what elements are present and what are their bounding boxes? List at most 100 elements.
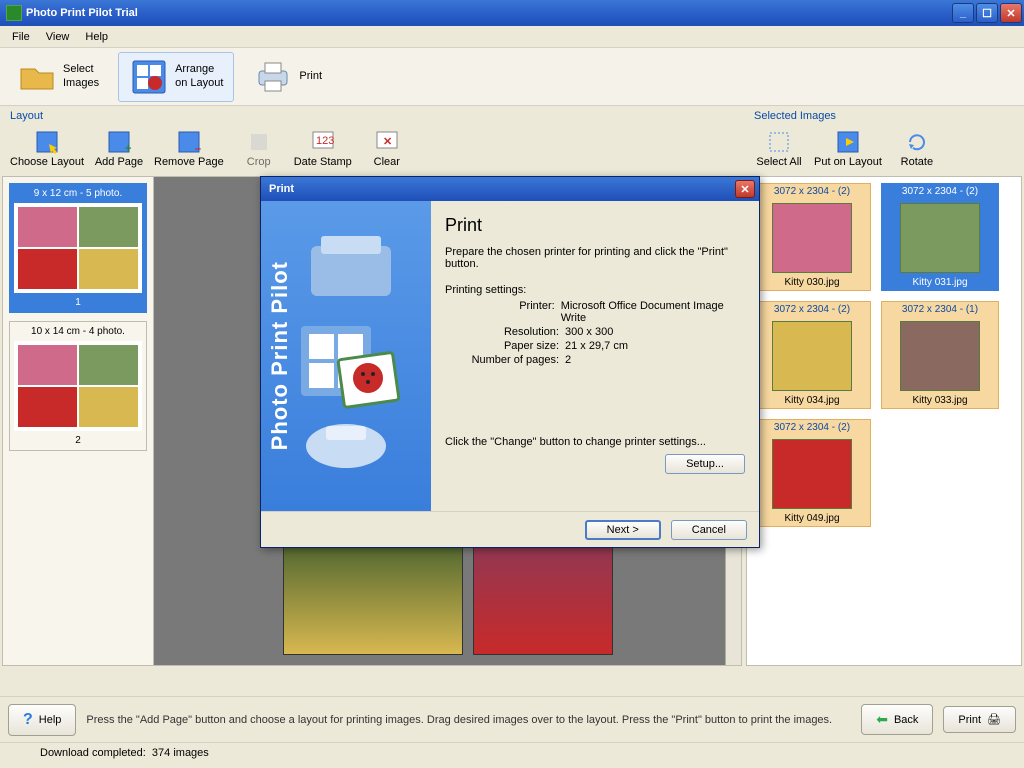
put-on-layout-button[interactable]: Put on Layout — [814, 130, 882, 168]
printer-icon: 🖨 — [987, 713, 1001, 726]
pages-key: Number of pages: — [445, 354, 565, 366]
thumb-dimensions: 3072 x 2304 - (1) — [882, 302, 998, 317]
remove-page-button[interactable]: –Remove Page — [154, 130, 224, 168]
main-toolbar: Select Images Arrange on Layout Print — [0, 48, 1024, 106]
image-thumb[interactable]: 3072 x 2304 - (2) Kitty 034.jpg — [753, 301, 871, 409]
print-label: Print — [299, 70, 322, 83]
layout-thumb-header: 10 x 14 cm - 4 photo. — [14, 326, 142, 337]
hint-bar: ?Help Press the "Add Page" button and ch… — [0, 696, 1024, 742]
dialog-close-button[interactable]: ✕ — [735, 180, 755, 198]
thumb-filename: Kitty 034.jpg — [754, 395, 870, 406]
thumb-filename: Kitty 031.jpg — [882, 277, 998, 288]
clear-icon: ✕ — [375, 130, 399, 154]
thumb-dimensions: 3072 x 2304 - (2) — [754, 302, 870, 317]
image-thumb[interactable]: 3072 x 2304 - (2) Kitty 031.jpg — [881, 183, 999, 291]
arrange-layout-label: Arrange on Layout — [175, 63, 223, 89]
app-icon — [6, 5, 22, 21]
resolution-value: 300 x 300 — [565, 326, 613, 338]
crop-button[interactable]: Crop — [234, 130, 284, 168]
thumb-dimensions: 3072 x 2304 - (2) — [754, 420, 870, 435]
dialog-title: Print — [269, 183, 294, 195]
selected-images-list[interactable]: 3072 x 2304 - (2) Kitty 030.jpg3072 x 23… — [746, 176, 1022, 666]
layout-page-thumb[interactable]: 10 x 14 cm - 4 photo. 2 — [9, 321, 147, 451]
date-stamp-icon: 123 — [311, 130, 335, 154]
cancel-button[interactable]: Cancel — [671, 520, 747, 540]
print-dialog: Print ✕ Photo Print Pilot Print Prepare … — [260, 176, 760, 548]
maximize-button[interactable]: ☐ — [976, 3, 998, 23]
choose-layout-icon — [35, 130, 59, 154]
print-button[interactable]: Print — [242, 52, 333, 102]
layout-thumb-header: 9 x 12 cm - 5 photo. — [14, 188, 142, 199]
layout-page-thumb[interactable]: 9 x 12 cm - 5 photo. 1 — [9, 183, 147, 313]
select-all-button[interactable]: Select All — [754, 130, 804, 168]
minimize-button[interactable]: _ — [952, 3, 974, 23]
selected-images-panel: Selected Images Select All Put on Layout… — [746, 108, 1022, 694]
add-page-button[interactable]: +Add Page — [94, 130, 144, 168]
layout-pages-list[interactable]: 9 x 12 cm - 5 photo. 110 x 14 cm - 4 pho… — [3, 177, 153, 665]
menu-view[interactable]: View — [38, 29, 78, 45]
thumb-filename: Kitty 030.jpg — [754, 277, 870, 288]
select-images-button[interactable]: Select Images — [6, 52, 110, 102]
hint-text: Press the "Add Page" button and choose a… — [86, 714, 851, 726]
rotate-button[interactable]: Rotate — [892, 130, 942, 168]
thumb-image — [772, 439, 852, 509]
arrange-layout-button[interactable]: Arrange on Layout — [118, 52, 234, 102]
printer-icon — [253, 57, 293, 97]
setup-button[interactable]: Setup... — [665, 454, 745, 474]
image-thumb[interactable]: 3072 x 2304 - (1) Kitty 033.jpg — [881, 301, 999, 409]
svg-text:✕: ✕ — [383, 136, 392, 148]
next-button[interactable]: Next > — [585, 520, 661, 540]
choose-layout-button[interactable]: Choose Layout — [10, 130, 84, 168]
dialog-intro: Prepare the chosen printer for printing … — [445, 246, 745, 270]
select-images-label: Select Images — [63, 63, 99, 89]
settings-label: Printing settings: — [445, 284, 745, 296]
dialog-heading: Print — [445, 215, 745, 236]
printer-key: Printer: — [445, 300, 561, 324]
date-stamp-button[interactable]: 123Date Stamp — [294, 130, 352, 168]
app-title: Photo Print Pilot Trial — [26, 7, 138, 19]
menu-help[interactable]: Help — [77, 29, 116, 45]
folder-icon — [17, 57, 57, 97]
image-thumb[interactable]: 3072 x 2304 - (2) Kitty 030.jpg — [753, 183, 871, 291]
menu-bar: File View Help — [0, 26, 1024, 48]
back-button[interactable]: ⬅Back — [861, 704, 933, 735]
paper-key: Paper size: — [445, 340, 565, 352]
help-icon: ? — [23, 711, 33, 729]
clear-button[interactable]: ✕Clear — [362, 130, 412, 168]
pages-value: 2 — [565, 354, 571, 366]
help-button[interactable]: ?Help — [8, 704, 76, 736]
add-page-icon: + — [107, 130, 131, 154]
paper-value: 21 x 29,7 cm — [565, 340, 628, 352]
close-button[interactable]: ✕ — [1000, 3, 1022, 23]
thumb-dimensions: 3072 x 2304 - (2) — [754, 184, 870, 199]
print-wizard-button[interactable]: Print🖨 — [943, 706, 1016, 733]
rotate-icon — [905, 130, 929, 154]
svg-text:–: – — [195, 143, 201, 154]
status-count: 374 images — [152, 747, 209, 759]
menu-file[interactable]: File — [4, 29, 38, 45]
select-all-icon — [767, 130, 791, 154]
resolution-key: Resolution: — [445, 326, 565, 338]
remove-page-icon: – — [177, 130, 201, 154]
status-label: Download completed: — [40, 747, 146, 759]
put-on-layout-icon — [836, 130, 860, 154]
layout-thumb-page: 2 — [14, 435, 142, 446]
layout-thumb-page: 1 — [14, 297, 142, 308]
dialog-titlebar[interactable]: Print ✕ — [261, 177, 759, 201]
crop-icon — [247, 130, 271, 154]
dialog-footer: Next > Cancel — [261, 511, 759, 547]
layout-icon — [129, 57, 169, 97]
layout-title: Layout — [2, 108, 742, 122]
dialog-sidebar-text: Photo Print Pilot — [267, 261, 293, 450]
title-bar: Photo Print Pilot Trial _ ☐ ✕ — [0, 0, 1024, 26]
image-thumb[interactable]: 3072 x 2304 - (2) Kitty 049.jpg — [753, 419, 871, 527]
status-bar: Download completed: 374 images — [0, 742, 1024, 762]
dialog-sidebar: Photo Print Pilot — [261, 201, 431, 511]
printer-value: Microsoft Office Document Image Write — [561, 300, 745, 324]
svg-text:+: + — [125, 143, 131, 154]
svg-text:123: 123 — [316, 135, 334, 147]
dialog-content: Print Prepare the chosen printer for pri… — [431, 201, 759, 511]
thumb-dimensions: 3072 x 2304 - (2) — [882, 184, 998, 199]
thumb-filename: Kitty 049.jpg — [754, 513, 870, 524]
back-icon: ⬅ — [876, 711, 888, 728]
